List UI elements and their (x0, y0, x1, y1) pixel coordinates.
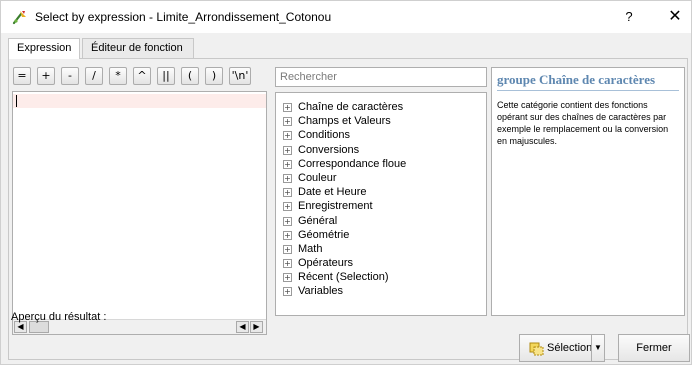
tree-item-label: Date et Heure (298, 186, 367, 199)
tree-item-label: Conditions (298, 129, 350, 142)
title-bar[interactable]: Select by expression - Limite_Arrondisse… (1, 1, 691, 33)
selection-label: Sélection (547, 342, 593, 354)
tree-item[interactable]: + Correspondance floue (276, 157, 486, 171)
search-box[interactable] (275, 67, 487, 87)
expand-icon[interactable]: + (283, 145, 292, 155)
expression-editor[interactable]: ◀ ◀ ▶ (12, 91, 267, 335)
operator-newline-button[interactable]: '\n' (229, 67, 251, 85)
tree-item-label: Champs et Valeurs (298, 115, 391, 128)
tree-item-label: Conversions (298, 143, 360, 156)
text-caret (16, 95, 17, 107)
help-divider (497, 90, 679, 91)
expand-icon[interactable]: + (283, 173, 292, 183)
operator-open-paren-button[interactable]: ( (181, 67, 199, 85)
tree-item-label: Enregistrement (298, 200, 373, 213)
tree-item-label: Variables (298, 285, 344, 298)
help-description: Cette catégorie contient des fonctions o… (497, 100, 669, 146)
tree-item[interactable]: + Enregistrement (276, 199, 486, 213)
tree-item[interactable]: + Chaîne de caractères (276, 100, 486, 114)
tree-item[interactable]: + Conditions (276, 128, 486, 142)
operator-close-paren-button[interactable]: ) (205, 67, 223, 85)
tree-item[interactable]: + Récent (Selection) (276, 270, 486, 284)
operator-divide-button[interactable]: / (85, 67, 103, 85)
operator-power-button[interactable]: ^ (133, 67, 151, 85)
expand-icon[interactable]: + (283, 287, 292, 297)
expand-icon[interactable]: + (283, 202, 292, 212)
chevron-down-icon[interactable]: ▼ (591, 334, 605, 362)
close-icon[interactable]: ✕ (664, 6, 686, 28)
expand-icon[interactable]: + (283, 117, 292, 127)
tree-item-label: Récent (Selection) (298, 271, 389, 284)
tree-item[interactable]: + Date et Heure (276, 185, 486, 199)
close-button[interactable]: Fermer (618, 334, 690, 362)
scroll-right-icon[interactable]: ▶ (250, 321, 263, 333)
preview-label: Aperçu du résultat : (11, 311, 107, 323)
current-line-highlight (13, 94, 266, 108)
operator-plus-button[interactable]: + (37, 67, 55, 85)
help-button[interactable]: ? (619, 6, 639, 28)
expand-icon[interactable]: + (283, 159, 292, 169)
tree-item[interactable]: + Opérateurs (276, 256, 486, 270)
tree-item[interactable]: + Géométrie (276, 228, 486, 242)
select-by-expression-dialog: Select by expression - Limite_Arrondisse… (0, 0, 692, 365)
tree-item[interactable]: + Math (276, 242, 486, 256)
tab-expression[interactable]: Expression (8, 38, 80, 59)
expand-icon[interactable]: + (283, 230, 292, 240)
tree-item-label: Couleur (298, 171, 337, 184)
expand-icon[interactable]: + (283, 244, 292, 254)
expand-icon[interactable]: + (283, 188, 292, 198)
expand-icon[interactable]: + (283, 273, 292, 283)
tree-item[interactable]: + Champs et Valeurs (276, 114, 486, 128)
tree-item[interactable]: + Conversions (276, 143, 486, 157)
qgis-icon (12, 9, 28, 25)
tree-item-label: Chaîne de caractères (298, 101, 404, 113)
tree-item[interactable]: + Variables (276, 284, 486, 298)
help-title: groupe Chaîne de caractères (497, 72, 656, 87)
tree-item-label: Géométrie (298, 228, 350, 241)
expression-panel: = + - / * ^ || ( ) '\n' ◀ ◀ ▶ Aperçu du … (8, 58, 690, 362)
operator-multiply-button[interactable]: * (109, 67, 127, 85)
tree-item-label: Général (298, 214, 338, 227)
expand-icon[interactable]: + (283, 216, 292, 226)
operator-concat-button[interactable]: || (157, 67, 175, 85)
tree-item-label: Correspondance floue (298, 157, 407, 170)
tree-item[interactable]: + Général (276, 214, 486, 228)
help-panel: groupe Chaîne de caractères Cette catégo… (491, 67, 685, 316)
scroll-left-icon-secondary[interactable]: ◀ (236, 321, 249, 333)
window-title: Select by expression - Limite_Arrondisse… (35, 10, 332, 24)
tree-item-label: Opérateurs (298, 257, 354, 270)
select-features-icon (529, 342, 544, 356)
expand-icon[interactable]: + (283, 259, 292, 269)
tree-item[interactable]: + Couleur (276, 171, 486, 185)
tab-function-editor[interactable]: Éditeur de fonction (82, 38, 194, 58)
function-tree[interactable]: + Chaîne de caractères + Champs et Valeurs… (275, 92, 487, 316)
operator-equals-button[interactable]: = (13, 67, 31, 85)
expand-icon[interactable]: + (283, 131, 292, 141)
search-input[interactable] (280, 68, 486, 86)
tree-item-label: Math (298, 242, 323, 255)
expand-icon[interactable]: + (283, 103, 292, 112)
operator-minus-button[interactable]: - (61, 67, 79, 85)
